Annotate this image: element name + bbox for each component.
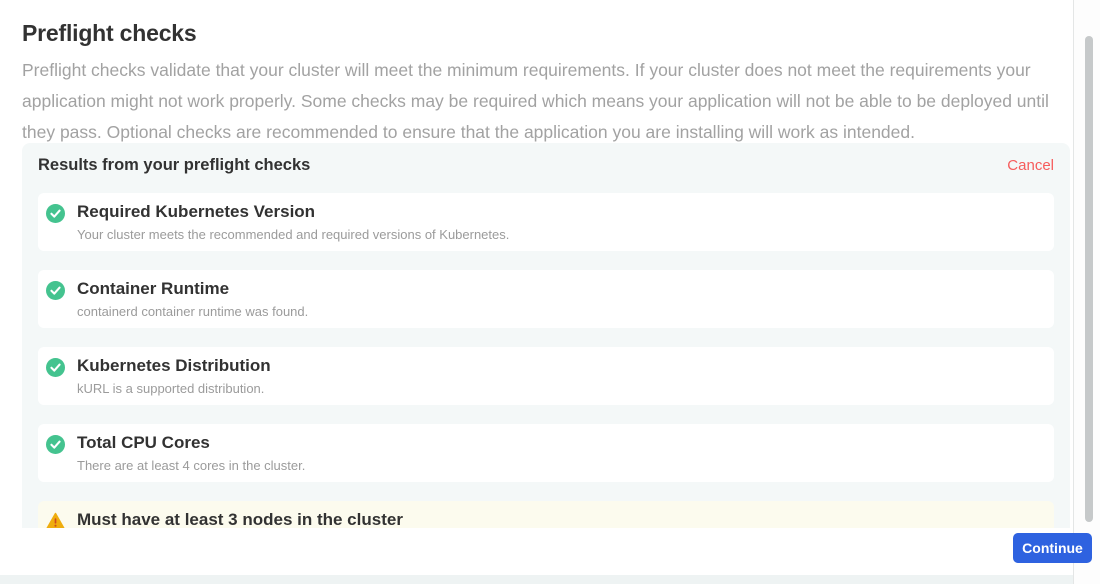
check-result-row: Container Runtime containerd container r…	[38, 270, 1054, 328]
cancel-link[interactable]: Cancel	[1007, 157, 1054, 174]
warning-triangle-icon	[46, 512, 65, 528]
check-circle-icon	[46, 358, 65, 377]
check-result-list: Required Kubernetes Version Your cluster…	[38, 193, 1054, 528]
scrollbar-track[interactable]	[1074, 0, 1100, 584]
check-message: containerd container runtime was found.	[77, 304, 308, 319]
page-title: Preflight checks	[22, 20, 196, 47]
check-circle-icon	[46, 281, 65, 300]
check-title: Kubernetes Distribution	[77, 356, 271, 376]
panel-title: Results from your preflight checks	[38, 156, 310, 175]
check-title: Total CPU Cores	[77, 433, 305, 453]
check-message: There are at least 4 cores in the cluste…	[77, 458, 305, 473]
preflight-results-panel: Results from your preflight checks Cance…	[22, 143, 1070, 528]
check-result-row: Required Kubernetes Version Your cluster…	[38, 193, 1054, 251]
check-message: Your cluster meets the recommended and r…	[77, 227, 509, 242]
footer-bar	[0, 528, 1073, 575]
check-result-row: Kubernetes Distribution kURL is a suppor…	[38, 347, 1054, 405]
check-result-row: Total CPU Cores There are at least 4 cor…	[38, 424, 1054, 482]
page-description: Preflight checks validate that your clus…	[22, 55, 1068, 148]
check-circle-icon	[46, 204, 65, 223]
check-message: kURL is a supported distribution.	[77, 381, 271, 396]
continue-button[interactable]: Continue	[1013, 533, 1092, 563]
page-background-strip	[0, 575, 1073, 584]
check-circle-icon	[46, 435, 65, 454]
check-title: Required Kubernetes Version	[77, 202, 509, 222]
panel-header: Results from your preflight checks Cance…	[38, 156, 1054, 175]
scrollbar-thumb[interactable]	[1085, 36, 1093, 522]
check-title: Container Runtime	[77, 279, 308, 299]
check-title: Must have at least 3 nodes in the cluste…	[77, 510, 403, 528]
check-result-row: Must have at least 3 nodes in the cluste…	[38, 501, 1054, 528]
